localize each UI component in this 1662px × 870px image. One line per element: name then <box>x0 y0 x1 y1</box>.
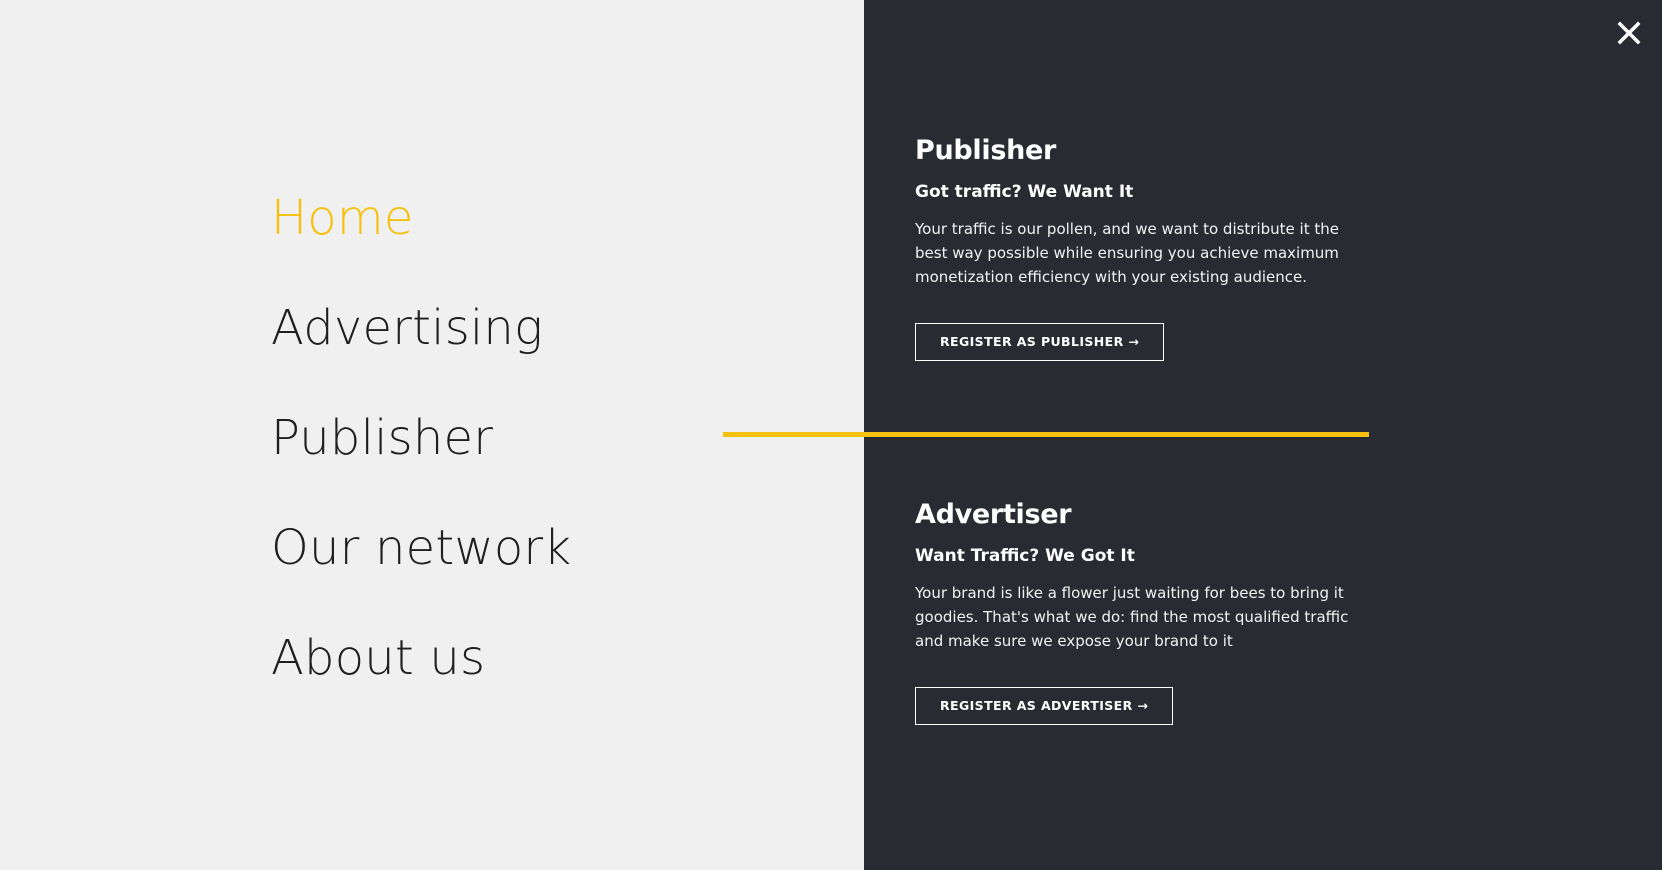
publisher-description: Your traffic is our pollen, and we want … <box>915 220 1339 286</box>
publisher-subtitle: Got traffic? We Want It <box>915 182 1134 202</box>
close-icon <box>1617 21 1641 45</box>
nav-item-publisher[interactable]: Publisher <box>271 400 571 510</box>
advertiser-description: Your brand is like a flower just waiting… <box>915 584 1349 650</box>
advertiser-section: Advertiser Want Traffic? We Got It Your … <box>915 496 1375 725</box>
publisher-title: Publisher <box>915 135 1057 166</box>
nav-item-advertising[interactable]: Advertising <box>271 290 571 400</box>
publisher-section: Publisher Got traffic? We Want It Your t… <box>915 132 1375 361</box>
menu-overlay: Home Advertising Publisher Our network A… <box>0 0 1662 870</box>
advertiser-subtitle: Want Traffic? We Got It <box>915 546 1135 566</box>
accent-divider <box>723 432 1369 437</box>
register-publisher-button[interactable]: REGISTER AS PUBLISHER → <box>915 323 1165 361</box>
main-nav: Home Advertising Publisher Our network A… <box>271 180 571 730</box>
nav-item-home[interactable]: Home <box>271 180 571 290</box>
nav-item-our-network[interactable]: Our network <box>271 510 571 620</box>
register-advertiser-button[interactable]: REGISTER AS ADVERTISER → <box>915 687 1174 725</box>
nav-item-about-us[interactable]: About us <box>271 620 571 730</box>
advertiser-title: Advertiser <box>915 499 1072 530</box>
close-button[interactable] <box>1614 18 1644 48</box>
